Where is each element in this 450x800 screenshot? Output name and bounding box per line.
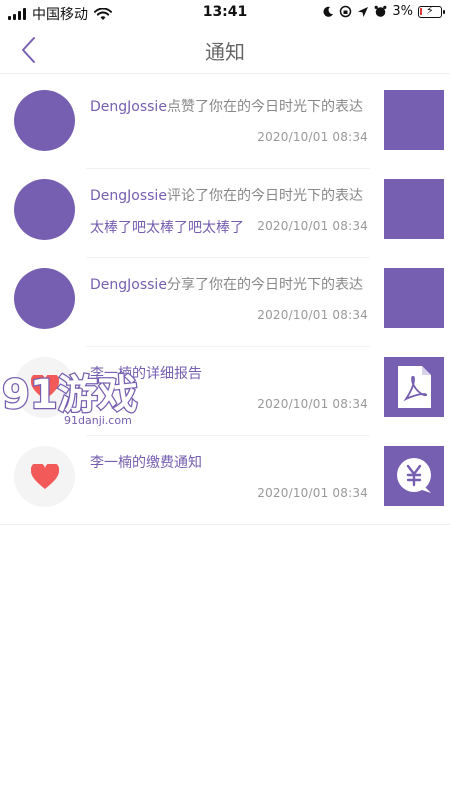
- battery-icon: ⚡: [418, 4, 445, 18]
- user-name[interactable]: DengJossie: [90, 188, 167, 204]
- notification-time: 2020/10/01 08:34: [257, 219, 368, 233]
- heart-icon: [31, 375, 59, 400]
- notification-action: 点赞了你在的今日时光下的表达: [166, 99, 363, 115]
- notification-item[interactable]: DengJossie点赞了你在的今日时光下的表达 2020/10/01 08:3…: [0, 80, 450, 169]
- location-icon: [358, 6, 369, 17]
- avatar: [14, 357, 75, 418]
- pdf-file-icon: [398, 366, 431, 408]
- divider: [0, 524, 450, 525]
- notification-title: 李一楠的缴费通知: [90, 455, 202, 471]
- status-bar: 中国移动 13:41 3% ⚡: [0, 0, 450, 26]
- post-thumbnail[interactable]: [384, 268, 444, 328]
- post-thumbnail[interactable]: [384, 90, 444, 150]
- avatar[interactable]: [14, 90, 75, 151]
- notification-item[interactable]: DengJossie评论了你在的今日时光下的表达 太棒了吧太棒了吧太棒了 202…: [0, 169, 450, 258]
- notification-time: 2020/10/01 08:34: [257, 308, 368, 322]
- page-title: 通知: [205, 40, 245, 64]
- avatar: [14, 446, 75, 507]
- notification-item[interactable]: 李一楠的缴费通知 2020/10/01 08:34: [0, 436, 450, 525]
- notification-title: 李一楠的详细报告: [90, 366, 202, 382]
- moon-icon: [323, 6, 334, 17]
- avatar[interactable]: [14, 179, 75, 240]
- alarm-icon: [374, 5, 387, 17]
- notification-action: 评论了你在的今日时光下的表达: [166, 188, 363, 204]
- notification-title: DengJossie点赞了你在的今日时光下的表达: [90, 96, 363, 116]
- status-right: 3% ⚡: [322, 4, 445, 19]
- notification-title: DengJossie分享了你在的今日时光下的表达: [90, 274, 363, 294]
- notification-time: 2020/10/01 08:34: [257, 486, 368, 500]
- orientation-lock-icon: [340, 5, 352, 18]
- comment-text: 太棒了吧太棒了吧太棒了: [90, 220, 244, 236]
- payment-thumbnail[interactable]: [384, 446, 444, 506]
- user-name[interactable]: DengJossie: [90, 277, 167, 293]
- heart-icon: [31, 464, 59, 489]
- notification-item[interactable]: 李一楠的详细报告 2020/10/01 08:34: [0, 347, 450, 436]
- notification-action: 分享了你在的今日时光下的表达: [166, 277, 363, 293]
- user-name[interactable]: DengJossie: [90, 99, 167, 115]
- battery-percent: 3%: [392, 4, 413, 19]
- notification-time: 2020/10/01 08:34: [257, 397, 368, 411]
- report-thumbnail[interactable]: [384, 357, 444, 417]
- notification-time: 2020/10/01 08:34: [257, 130, 368, 144]
- avatar[interactable]: [14, 268, 75, 329]
- nav-bar: 通知: [0, 26, 450, 74]
- yen-chat-icon: [397, 458, 431, 493]
- notification-list: DengJossie点赞了你在的今日时光下的表达 2020/10/01 08:3…: [0, 80, 450, 525]
- post-thumbnail[interactable]: [384, 179, 444, 239]
- notification-item[interactable]: DengJossie分享了你在的今日时光下的表达 2020/10/01 08:3…: [0, 258, 450, 347]
- notification-title: DengJossie评论了你在的今日时光下的表达: [90, 185, 363, 205]
